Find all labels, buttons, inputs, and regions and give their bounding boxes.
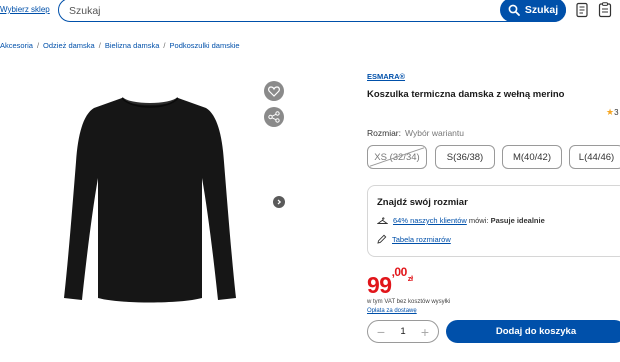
chevron-right-icon bbox=[277, 199, 282, 205]
size-label-text: Rozmiar: bbox=[367, 128, 402, 138]
pencil-ruler-icon bbox=[377, 234, 387, 244]
rating[interactable]: ★3 bbox=[606, 107, 619, 118]
fit-feedback: 64% naszych klientów mówi: Pasuje idealn… bbox=[377, 216, 545, 225]
price-main: 99 bbox=[367, 272, 392, 298]
size-option-label: M(40/42) bbox=[512, 151, 551, 163]
search-input[interactable] bbox=[69, 4, 489, 18]
product-title: Koszulka termiczna damska z wełną merino bbox=[367, 89, 565, 100]
share-icon bbox=[268, 111, 280, 123]
increase-quantity-button[interactable]: + bbox=[418, 325, 432, 339]
next-image-button[interactable] bbox=[273, 196, 285, 208]
share-button[interactable] bbox=[264, 107, 284, 127]
search-bar: Szukaj bbox=[58, 0, 566, 22]
shopping-list-icon[interactable] bbox=[598, 2, 612, 18]
size-option-label: S(36/38) bbox=[446, 151, 484, 163]
find-size-panel: Znajdź swój rozmiar 64% naszych klientów… bbox=[367, 185, 620, 257]
size-option-xs[interactable]: XS (32/34) bbox=[367, 145, 427, 169]
find-size-title: Znajdź swój rozmiar bbox=[377, 197, 468, 208]
hanger-icon bbox=[377, 217, 388, 224]
breadcrumb-item[interactable]: Podkoszulki damskie bbox=[170, 41, 240, 50]
vat-note: w tym VAT bez kosztów wysyłki bbox=[367, 299, 451, 305]
size-option-s[interactable]: S(36/38) bbox=[435, 145, 495, 169]
add-to-cart-button[interactable]: Dodaj do koszyka bbox=[446, 320, 620, 343]
brand-link[interactable]: ESMARA® bbox=[367, 72, 405, 81]
heart-icon bbox=[268, 85, 280, 97]
size-label: Rozmiar: Wybór wariantu bbox=[367, 128, 464, 138]
breadcrumb: Akcesoria / Odzież damska / Bielizna damska /… bbox=[0, 41, 240, 50]
customers-says: mówi: bbox=[468, 216, 489, 225]
size-table-link[interactable]: Tabela rozmiarów bbox=[392, 235, 451, 244]
shipping-cost-link[interactable]: Opłata za dostawę bbox=[367, 308, 417, 314]
search-button[interactable]: Szukaj bbox=[500, 0, 566, 22]
price-currency: zł bbox=[407, 274, 413, 283]
customers-percent-link[interactable]: 64% naszych klientów bbox=[393, 216, 467, 225]
breadcrumb-item[interactable]: Akcesoria bbox=[0, 41, 33, 50]
size-option-l[interactable]: L(44/46) bbox=[569, 145, 620, 169]
quantity-stepper: − 1 + bbox=[367, 320, 439, 343]
variant-hint: Wybór wariantu bbox=[405, 128, 464, 138]
receipt-icon[interactable] bbox=[575, 2, 589, 18]
breadcrumb-item[interactable]: Bielizna damska bbox=[105, 41, 160, 50]
rating-value: 3 bbox=[614, 108, 619, 117]
fit-verdict: Pasuje idealnie bbox=[490, 216, 545, 225]
size-table-row: Tabela rozmiarów bbox=[377, 234, 451, 244]
quantity-value[interactable]: 1 bbox=[400, 326, 405, 337]
wishlist-button[interactable] bbox=[264, 81, 284, 101]
decrease-quantity-button[interactable]: − bbox=[374, 325, 388, 339]
unavailable-strike bbox=[369, 147, 425, 167]
price-cents: ,00 bbox=[391, 265, 408, 280]
search-icon bbox=[508, 4, 520, 16]
top-header: Wybierz sklep Szukaj bbox=[0, 0, 620, 22]
price: 99,00zł bbox=[367, 265, 413, 299]
choose-store-link[interactable]: Wybierz sklep bbox=[0, 5, 50, 14]
star-icon: ★ bbox=[606, 107, 615, 117]
product-image[interactable] bbox=[60, 92, 240, 307]
size-option-m[interactable]: M(40/42) bbox=[502, 145, 562, 169]
search-button-label: Szukaj bbox=[524, 4, 559, 16]
size-option-label: L(44/46) bbox=[578, 151, 615, 163]
breadcrumb-item[interactable]: Odzież damska bbox=[43, 41, 95, 50]
